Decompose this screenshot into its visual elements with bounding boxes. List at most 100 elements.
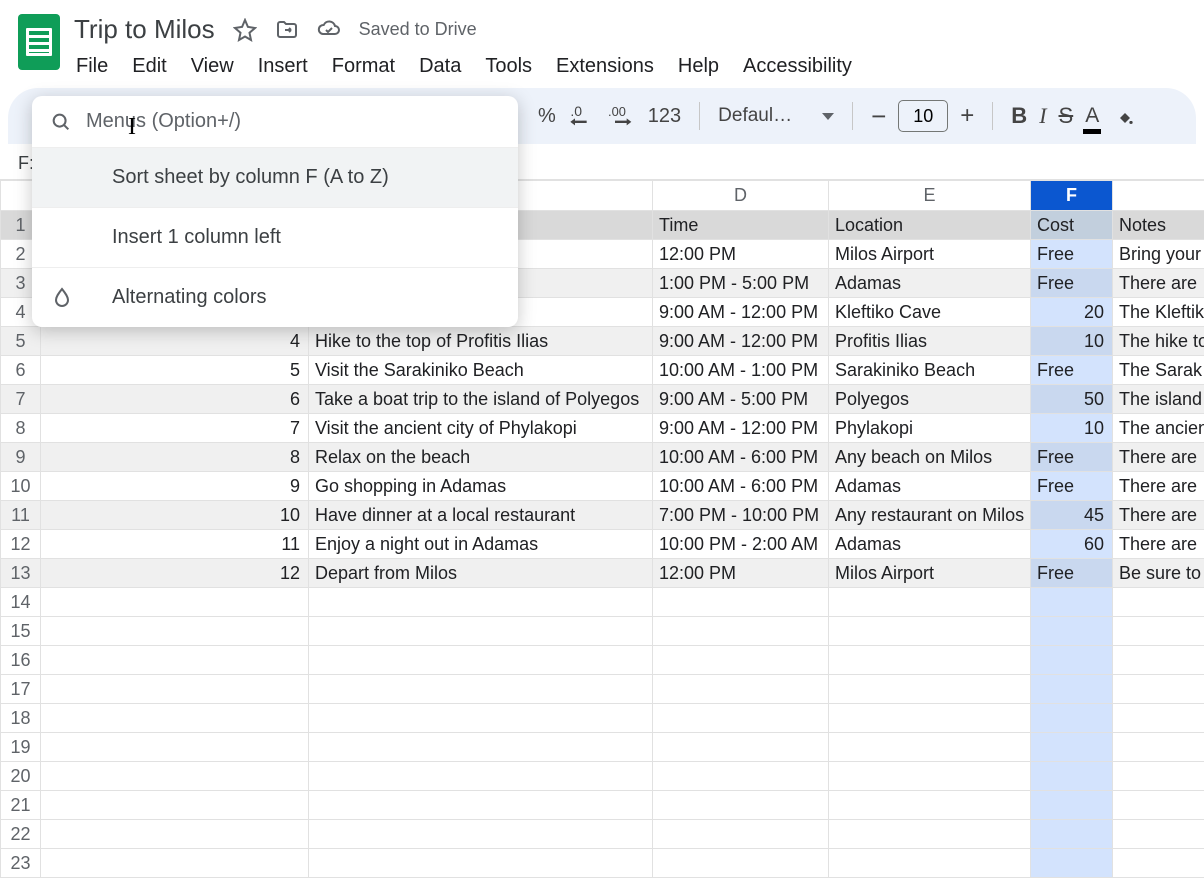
row-header[interactable]: 12 xyxy=(1,530,41,559)
sheets-logo-icon[interactable] xyxy=(18,14,60,70)
row-header[interactable]: 6 xyxy=(1,356,41,385)
text-color-button[interactable]: A xyxy=(1085,104,1099,128)
cell[interactable] xyxy=(41,791,309,820)
cell[interactable] xyxy=(653,733,829,762)
cell[interactable] xyxy=(1113,733,1204,762)
cell[interactable] xyxy=(829,791,1031,820)
cell[interactable]: 10 xyxy=(1031,414,1113,443)
cell[interactable]: Phylakopi xyxy=(829,414,1031,443)
cell[interactable] xyxy=(309,675,653,704)
cell[interactable] xyxy=(41,617,309,646)
cell[interactable] xyxy=(309,820,653,849)
cell[interactable] xyxy=(309,704,653,733)
cell[interactable] xyxy=(41,762,309,791)
cell[interactable]: 10:00 PM - 2:00 AM xyxy=(653,530,829,559)
cell[interactable] xyxy=(309,733,653,762)
menu-format[interactable]: Format xyxy=(332,55,395,78)
cell[interactable]: Bring your xyxy=(1113,240,1204,269)
cell[interactable] xyxy=(309,646,653,675)
cell[interactable]: The Sarak xyxy=(1113,356,1204,385)
star-icon[interactable] xyxy=(233,18,257,42)
cell[interactable] xyxy=(653,704,829,733)
cell[interactable]: The island xyxy=(1113,385,1204,414)
cell[interactable]: Cost xyxy=(1031,211,1113,240)
cell[interactable] xyxy=(1031,588,1113,617)
cell[interactable]: Adamas xyxy=(829,472,1031,501)
cell[interactable]: Notes xyxy=(1113,211,1204,240)
cell[interactable]: Free xyxy=(1031,269,1113,298)
cell[interactable]: The Kleftik xyxy=(1113,298,1204,327)
cell[interactable] xyxy=(309,617,653,646)
cell[interactable] xyxy=(829,617,1031,646)
cell[interactable]: Hike to the top of Profitis Ilias xyxy=(309,327,653,356)
cell[interactable]: Have dinner at a local restaurant xyxy=(309,501,653,530)
cell[interactable]: 10:00 AM - 1:00 PM xyxy=(653,356,829,385)
cell[interactable] xyxy=(1113,762,1204,791)
cell[interactable]: Free xyxy=(1031,443,1113,472)
cell[interactable] xyxy=(41,646,309,675)
cell[interactable] xyxy=(653,762,829,791)
cell[interactable] xyxy=(829,849,1031,878)
format-percent-button[interactable]: % xyxy=(538,105,556,128)
cell[interactable] xyxy=(829,675,1031,704)
row-header[interactable]: 22 xyxy=(1,820,41,849)
move-folder-icon[interactable] xyxy=(275,18,299,42)
cell[interactable]: Visit the Sarakiniko Beach xyxy=(309,356,653,385)
cell[interactable] xyxy=(829,646,1031,675)
row-header[interactable]: 13 xyxy=(1,559,41,588)
menu-help[interactable]: Help xyxy=(678,55,719,78)
cell[interactable]: 7 xyxy=(41,414,309,443)
cell[interactable]: Location xyxy=(829,211,1031,240)
cell[interactable] xyxy=(1031,646,1113,675)
cell[interactable]: Be sure to xyxy=(1113,559,1204,588)
menu-view[interactable]: View xyxy=(191,55,234,78)
cell[interactable] xyxy=(1113,675,1204,704)
cell[interactable]: Sarakiniko Beach xyxy=(829,356,1031,385)
cell[interactable]: 20 xyxy=(1031,298,1113,327)
cell[interactable]: Profitis Ilias xyxy=(829,327,1031,356)
cell[interactable]: Milos Airport xyxy=(829,240,1031,269)
format-number-button[interactable]: 123 xyxy=(648,105,681,128)
row-header[interactable]: 20 xyxy=(1,762,41,791)
cell[interactable]: Any beach on Milos xyxy=(829,443,1031,472)
cell[interactable]: Milos Airport xyxy=(829,559,1031,588)
suggestion-alternating-colors[interactable]: Alternating colors xyxy=(32,267,518,327)
italic-button[interactable]: I xyxy=(1039,103,1046,129)
cell[interactable] xyxy=(1113,588,1204,617)
row-header[interactable]: 10 xyxy=(1,472,41,501)
cell[interactable] xyxy=(41,675,309,704)
cell[interactable] xyxy=(653,849,829,878)
cell[interactable] xyxy=(1031,820,1113,849)
cell[interactable] xyxy=(653,791,829,820)
cell[interactable] xyxy=(1031,849,1113,878)
cell[interactable]: 12:00 PM xyxy=(653,240,829,269)
cell[interactable]: 7:00 PM - 10:00 PM xyxy=(653,501,829,530)
cell[interactable] xyxy=(1031,675,1113,704)
cell[interactable]: Depart from Milos xyxy=(309,559,653,588)
cell[interactable] xyxy=(1031,791,1113,820)
menu-insert[interactable]: Insert xyxy=(258,55,308,78)
cell[interactable]: Relax on the beach xyxy=(309,443,653,472)
row-header[interactable]: 9 xyxy=(1,443,41,472)
menu-file[interactable]: File xyxy=(76,55,108,78)
cell[interactable] xyxy=(653,820,829,849)
cell[interactable]: 10 xyxy=(41,501,309,530)
row-header[interactable]: 21 xyxy=(1,791,41,820)
cell[interactable]: Time xyxy=(653,211,829,240)
decrease-font-size-button[interactable]: − xyxy=(871,101,886,132)
row-header[interactable]: 17 xyxy=(1,675,41,704)
cell[interactable]: 9:00 AM - 5:00 PM xyxy=(653,385,829,414)
cell[interactable] xyxy=(309,762,653,791)
row-header[interactable]: 18 xyxy=(1,704,41,733)
cell[interactable] xyxy=(1113,791,1204,820)
cell[interactable]: Adamas xyxy=(829,530,1031,559)
cell[interactable] xyxy=(309,849,653,878)
row-header[interactable]: 16 xyxy=(1,646,41,675)
cell[interactable]: 9:00 AM - 12:00 PM xyxy=(653,298,829,327)
cell[interactable] xyxy=(653,675,829,704)
cell[interactable]: Polyegos xyxy=(829,385,1031,414)
bold-button[interactable]: B xyxy=(1011,103,1027,129)
cell[interactable] xyxy=(829,704,1031,733)
fill-color-icon[interactable] xyxy=(1111,102,1139,130)
cell[interactable]: 1:00 PM - 5:00 PM xyxy=(653,269,829,298)
